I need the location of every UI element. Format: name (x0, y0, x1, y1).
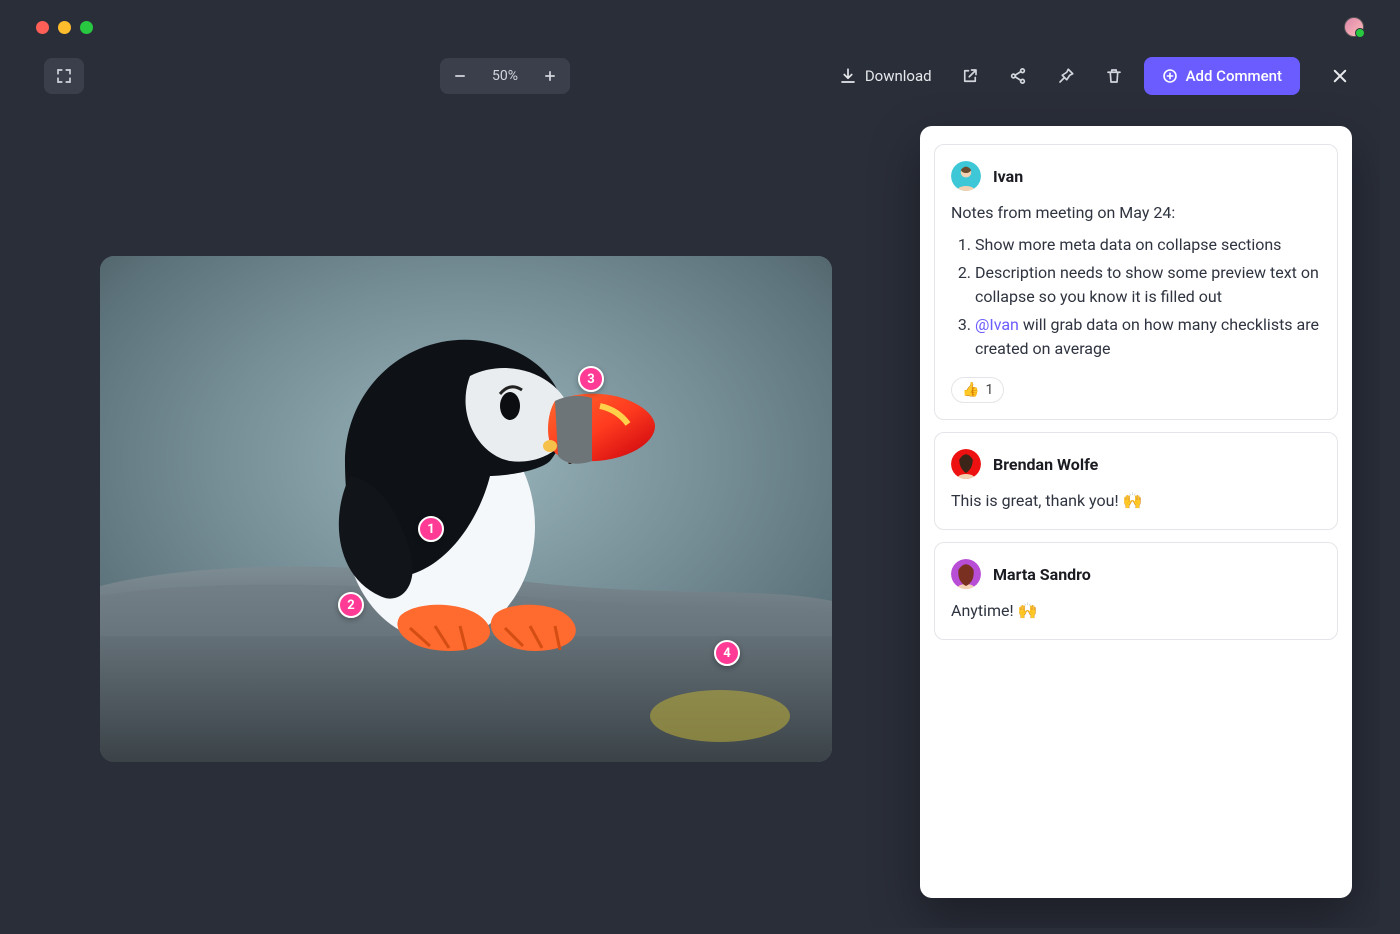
comment-card[interactable]: Brendan Wolfe This is great, thank you! … (934, 432, 1338, 530)
zoom-level: 50% (480, 68, 530, 84)
avatar (951, 559, 981, 589)
attachment-image (100, 256, 832, 762)
window-titlebar (20, 8, 1380, 46)
expand-icon (55, 67, 73, 85)
trash-icon (1105, 67, 1123, 85)
minus-icon (453, 69, 467, 83)
delete-button[interactable] (1096, 58, 1132, 94)
zoom-in-button[interactable] (530, 58, 570, 94)
pin-icon (1057, 67, 1075, 85)
reaction-chip[interactable]: 👍 1 (951, 377, 1004, 403)
comment-list-item: @Ivan will grab data on how many checkli… (975, 313, 1321, 361)
close-window-icon[interactable] (36, 21, 49, 34)
comment-author: Marta Sandro (993, 565, 1091, 584)
minimize-window-icon[interactable] (58, 21, 71, 34)
download-icon (839, 67, 857, 85)
external-link-icon (961, 67, 979, 85)
mention[interactable]: @Ivan (975, 315, 1019, 334)
add-comment-label: Add Comment (1186, 67, 1282, 85)
download-button[interactable]: Download (831, 67, 940, 85)
annotation-pin[interactable]: 3 (578, 366, 604, 392)
comment-card[interactable]: Ivan Notes from meeting on May 24: Show … (934, 144, 1338, 420)
comment-intro: Notes from meeting on May 24: (951, 201, 1321, 225)
close-viewer-button[interactable] (1324, 60, 1356, 92)
comment-body: This is great, thank you! 🙌 (951, 489, 1321, 513)
fullscreen-button[interactable] (44, 58, 84, 94)
zoom-control: 50% (440, 58, 570, 94)
image-viewer[interactable]: 1 2 3 4 (100, 256, 832, 762)
plus-icon (543, 69, 557, 83)
add-comment-icon (1162, 68, 1178, 84)
avatar (951, 449, 981, 479)
comment-author: Brendan Wolfe (993, 455, 1098, 474)
viewer-toolbar: 50% Download (20, 46, 1380, 106)
add-comment-button[interactable]: Add Comment (1144, 57, 1300, 95)
pin-button[interactable] (1048, 58, 1084, 94)
annotation-pin[interactable]: 2 (338, 592, 364, 618)
reaction-count: 1 (985, 382, 993, 398)
zoom-out-button[interactable] (440, 58, 480, 94)
close-icon (1331, 67, 1349, 85)
comment-list-item: Description needs to show some preview t… (975, 261, 1321, 309)
maximize-window-icon[interactable] (80, 21, 93, 34)
reaction-emoji: 👍 (962, 382, 979, 398)
comment-body: Notes from meeting on May 24: Show more … (951, 201, 1321, 361)
annotation-pin[interactable]: 4 (714, 640, 740, 666)
share-button[interactable] (1000, 58, 1036, 94)
annotation-pin[interactable]: 1 (418, 516, 444, 542)
comment-author: Ivan (993, 167, 1023, 186)
open-external-button[interactable] (952, 58, 988, 94)
user-avatar[interactable] (1344, 17, 1364, 37)
comment-card[interactable]: Marta Sandro Anytime! 🙌 (934, 542, 1338, 640)
comment-body: Anytime! 🙌 (951, 599, 1321, 623)
download-label: Download (865, 67, 932, 85)
avatar (951, 161, 981, 191)
comments-panel: Ivan Notes from meeting on May 24: Show … (920, 126, 1352, 898)
share-icon (1009, 67, 1027, 85)
comment-list-item: Show more meta data on collapse sections (975, 233, 1321, 257)
